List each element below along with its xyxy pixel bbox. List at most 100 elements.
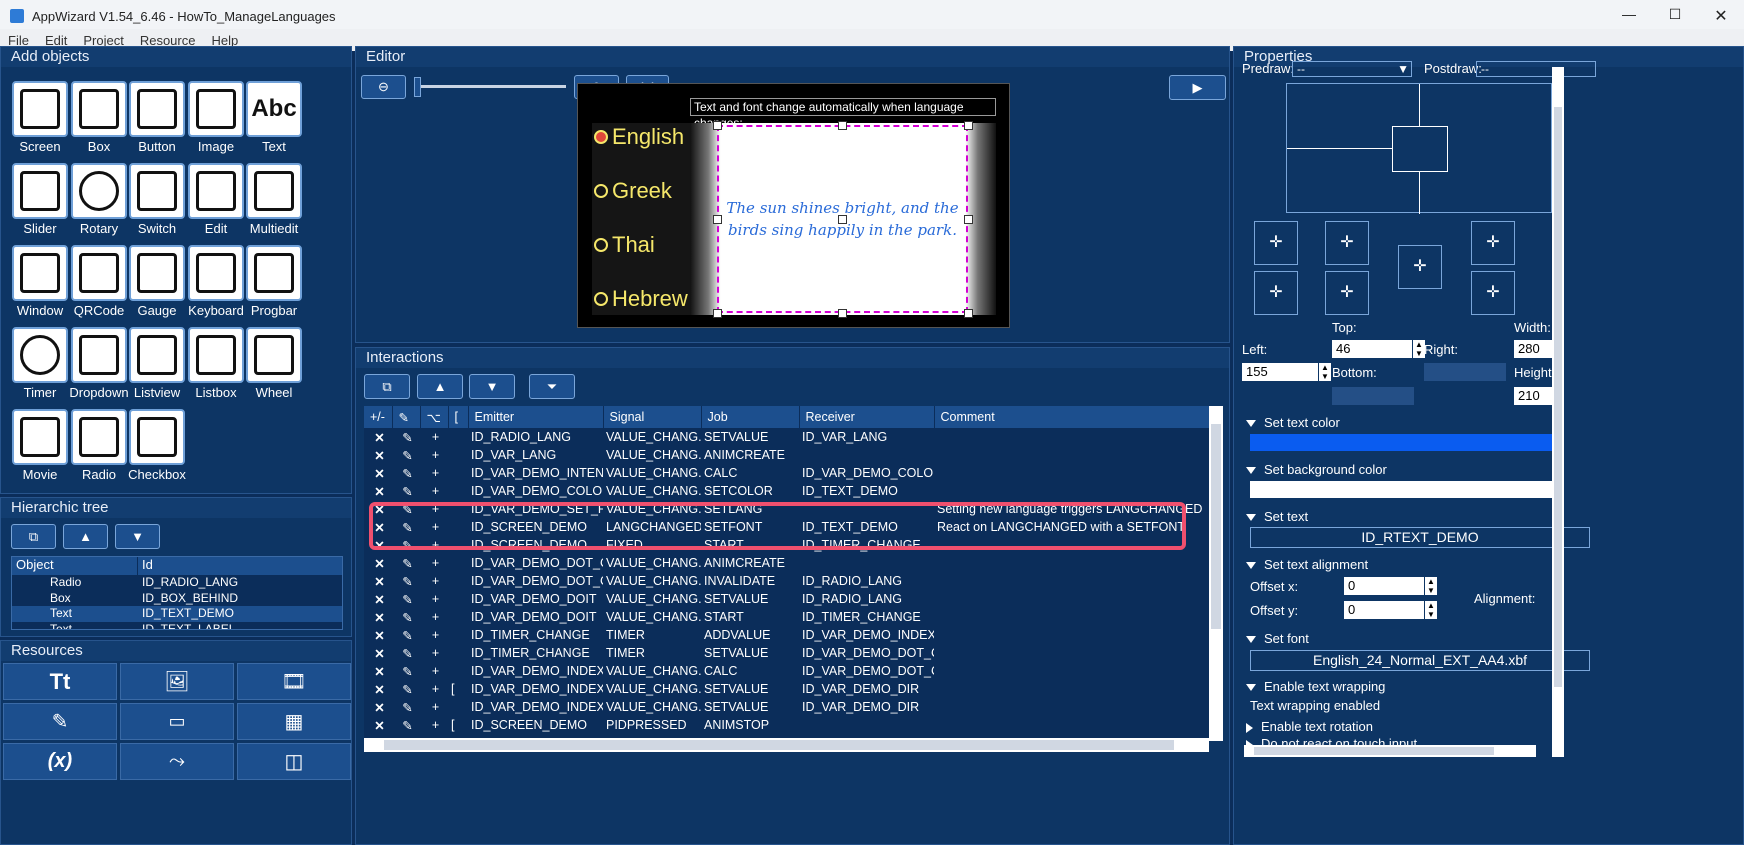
add-rotary-button[interactable] xyxy=(71,163,127,219)
row-action-cell[interactable]: + xyxy=(420,698,448,716)
delete-icon[interactable]: ✕ xyxy=(374,665,384,679)
editor-canvas[interactable]: Text and font change automatically when … xyxy=(577,83,1010,328)
row-action-cell[interactable]: ✕ xyxy=(364,482,392,500)
cell-e[interactable]: ID_VAR_DEMO_INDEX xyxy=(468,680,603,698)
row-action-cell[interactable]: + xyxy=(420,662,448,680)
cell-r[interactable]: ID_VAR_DEMO_DIR xyxy=(799,680,934,698)
cell-b[interactable] xyxy=(448,626,468,644)
edit-icon[interactable]: ✎ xyxy=(402,467,412,481)
cell-b[interactable] xyxy=(448,572,468,590)
add-timer-button[interactable] xyxy=(12,327,68,383)
cell-c[interactable] xyxy=(934,446,1209,464)
cell-e[interactable]: ID_TIMER_CHANGE xyxy=(468,644,603,662)
row-action-cell[interactable]: + xyxy=(420,446,448,464)
edit-icon[interactable]: ✎ xyxy=(402,683,412,697)
cell-j[interactable]: SETVALUE xyxy=(701,698,799,716)
add-switch-button[interactable] xyxy=(129,163,185,219)
cell-c[interactable] xyxy=(934,608,1209,626)
cell-j[interactable]: ADDVALUE xyxy=(701,626,799,644)
bottom-input[interactable] xyxy=(1332,387,1414,405)
right-input[interactable] xyxy=(1424,363,1506,381)
interaction-row[interactable]: ✕ ✎ + ID_VAR_DEMO_INDEX VALUE_CHANG... SETVAL… xyxy=(364,698,1209,716)
zoom-slider-handle[interactable] xyxy=(414,77,421,97)
resource-image-button[interactable]: 🖼 xyxy=(120,663,234,700)
resource-id-button[interactable]: ▭ xyxy=(120,703,234,740)
resize-handle[interactable] xyxy=(713,309,722,318)
delete-icon[interactable]: ✕ xyxy=(374,485,384,499)
add-edit-button[interactable] xyxy=(188,163,244,219)
cell-e[interactable]: ID_VAR_DEMO_INDEX xyxy=(468,698,603,716)
anchor-button[interactable]: ✛ xyxy=(1398,245,1442,289)
properties-vscroll[interactable] xyxy=(1552,67,1564,757)
column-header[interactable]: Comment xyxy=(934,406,1209,428)
left-input[interactable]: 155 xyxy=(1242,363,1318,381)
cell-s[interactable]: VALUE_CHANG... xyxy=(603,590,701,608)
cell-s[interactable]: VALUE_CHANG... xyxy=(603,428,701,446)
add-icon[interactable]: + xyxy=(432,646,439,660)
add-radio-button[interactable] xyxy=(71,409,127,465)
anchor-button[interactable]: ✛ xyxy=(1325,221,1369,265)
tree-row[interactable]: Text ID_TEXT_DEMO xyxy=(12,606,342,622)
cell-j[interactable]: SETCOLOR xyxy=(701,482,799,500)
cell-r[interactable]: ID_TEXT_DEMO xyxy=(799,482,934,500)
edit-icon[interactable]: ✎ xyxy=(402,575,412,589)
cell-e[interactable]: ID_VAR_DEMO_INTENSE xyxy=(468,464,603,482)
add-progbar-button[interactable] xyxy=(246,245,302,301)
maximize-button[interactable]: ☐ xyxy=(1652,6,1698,26)
delete-icon[interactable]: ✕ xyxy=(374,557,384,571)
row-action-cell[interactable]: + xyxy=(420,464,448,482)
row-action-cell[interactable]: ✕ xyxy=(364,590,392,608)
add-icon[interactable]: + xyxy=(432,664,439,678)
add-icon[interactable]: + xyxy=(432,610,439,624)
cell-s[interactable]: PIDPRESSED xyxy=(603,716,701,734)
resize-handle[interactable] xyxy=(964,215,973,224)
interaction-row[interactable]: ✕ ✎ + [ID_SCREEN_DEMO PIDPRESSED ANIMSTOP xyxy=(364,716,1209,734)
row-action-cell[interactable]: ✕ xyxy=(364,572,392,590)
play-button[interactable]: ▶ xyxy=(1169,75,1226,100)
add-window-button[interactable] xyxy=(12,245,68,301)
cell-r[interactable]: ID_RADIO_LANG xyxy=(799,572,934,590)
cell-c[interactable] xyxy=(934,626,1209,644)
cell-j[interactable]: SETVALUE xyxy=(701,428,799,446)
cell-s[interactable]: VALUE_CHANG... xyxy=(603,662,701,680)
interactions-vscroll[interactable] xyxy=(1209,406,1223,741)
predraw-select[interactable]: -- ▼ xyxy=(1292,61,1412,77)
cell-c[interactable] xyxy=(934,554,1209,572)
add-icon[interactable]: + xyxy=(432,448,439,462)
properties-hscroll[interactable] xyxy=(1244,745,1536,757)
cell-b[interactable] xyxy=(448,590,468,608)
row-action-cell[interactable]: + xyxy=(420,428,448,446)
row-action-cell[interactable]: + xyxy=(420,716,448,734)
add-screen-button[interactable] xyxy=(12,81,68,137)
row-action-cell[interactable]: ✕ xyxy=(364,662,392,680)
edit-icon[interactable]: ✎ xyxy=(402,485,412,499)
left-spinner[interactable]: ▲ ▼ xyxy=(1319,363,1331,381)
interaction-row[interactable]: ✕ ✎ + ID_VAR_LANG VALUE_CHANG... ANIMCREATE xyxy=(364,446,1209,464)
offset-x-spinner[interactable]: ▲ ▼ xyxy=(1425,577,1437,595)
tree-up-button[interactable]: ▲ xyxy=(63,524,108,549)
resource-event-button[interactable]: ⤳ xyxy=(120,743,234,780)
tree-row[interactable]: Box ID_BOX_BEHIND xyxy=(12,591,342,607)
add-image-button[interactable] xyxy=(188,81,244,137)
add-listview-button[interactable] xyxy=(129,327,185,383)
cell-e[interactable]: ID_VAR_DEMO_DOT_CY xyxy=(468,572,603,590)
cell-c[interactable] xyxy=(934,590,1209,608)
edit-icon[interactable]: ✎ xyxy=(402,611,412,625)
interaction-row[interactable]: ✕ ✎ + ID_TIMER_CHANGE TIMER ADDVALUE ID_VAR_DE… xyxy=(364,626,1209,644)
delete-icon[interactable]: ✕ xyxy=(374,575,384,589)
resize-handle[interactable] xyxy=(838,215,847,224)
cell-e[interactable]: ID_SCREEN_DEMO xyxy=(468,716,603,734)
resize-handle[interactable] xyxy=(713,215,722,224)
edit-icon[interactable]: ✎ xyxy=(402,647,412,661)
row-action-cell[interactable]: ✎ xyxy=(392,662,420,680)
row-action-cell[interactable]: ✕ xyxy=(364,464,392,482)
delete-icon[interactable]: ✕ xyxy=(374,719,384,733)
column-header[interactable]: [ xyxy=(448,406,469,428)
properties-hscroll-thumb[interactable] xyxy=(1254,747,1494,755)
cell-j[interactable]: SETVALUE xyxy=(701,680,799,698)
row-action-cell[interactable]: ✕ xyxy=(364,680,392,698)
delete-icon[interactable]: ✕ xyxy=(374,629,384,643)
tree-col-object[interactable]: Object xyxy=(12,557,138,575)
add-dropdown-button[interactable] xyxy=(71,327,127,383)
column-header[interactable]: Job xyxy=(701,406,800,428)
